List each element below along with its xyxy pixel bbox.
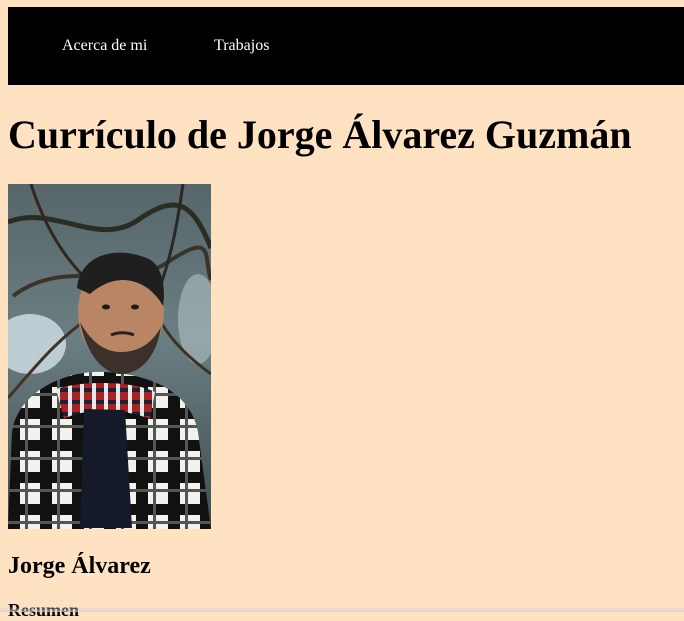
page-title: Currículo de Jorge Álvarez Guzmán	[8, 112, 632, 157]
nav-item-about[interactable]: Acerca de mi	[62, 37, 147, 55]
profile-name: Jorge Álvarez	[8, 553, 151, 579]
profile-photo	[8, 184, 211, 529]
top-navigation: Acerca de mi Trabajos	[8, 7, 684, 85]
nav-item-works[interactable]: Trabajos	[214, 37, 269, 55]
page-bottom-fade	[0, 606, 684, 612]
